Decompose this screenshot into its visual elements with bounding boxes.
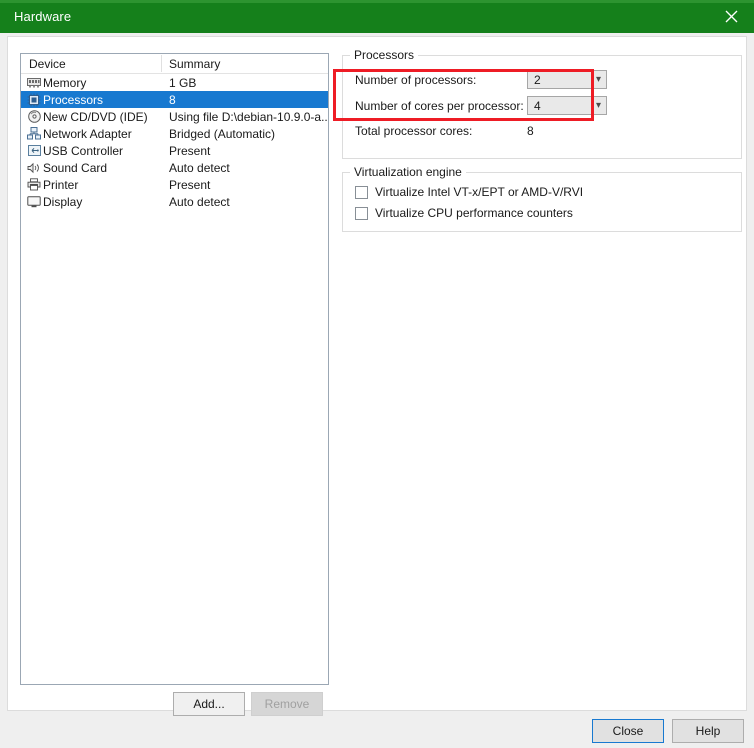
virtualize-cpu-perf-counters-label: Virtualize CPU performance counters: [375, 206, 573, 220]
device-name: Network Adapter: [43, 126, 132, 141]
device-row-network-adapter[interactable]: Network Adapter Bridged (Automatic): [21, 125, 328, 142]
close-window-button[interactable]: [708, 0, 754, 33]
dialog-content-panel: Device Summary Memory 1 GB Processors 8 …: [7, 36, 747, 716]
number-of-processors-label: Number of processors:: [355, 72, 477, 87]
chevron-down-icon: ▾: [595, 99, 601, 111]
device-summary: Using file D:\debian-10.9.0-a...: [169, 109, 328, 124]
column-header-summary: Summary: [169, 56, 221, 71]
device-summary: Auto detect: [169, 194, 230, 209]
cores-per-processor-row: Number of cores per processor: 4 ▾: [355, 96, 725, 115]
device-row-display[interactable]: Display Auto detect: [21, 193, 328, 210]
printer-icon: [21, 176, 43, 193]
memory-stick-icon: [21, 74, 43, 91]
checkbox-icon[interactable]: [355, 206, 368, 220]
device-row-printer[interactable]: Printer Present: [21, 176, 328, 193]
device-row-cd-dvd[interactable]: New CD/DVD (IDE) Using file D:\debian-10…: [21, 108, 328, 125]
help-button[interactable]: Help: [672, 719, 744, 743]
window-title: Hardware: [14, 9, 72, 24]
device-summary: Auto detect: [169, 160, 230, 175]
cpu-chip-icon: [21, 91, 43, 108]
device-name: Sound Card: [43, 160, 108, 175]
number-of-processors-select[interactable]: 2 ▾: [527, 70, 607, 89]
total-processor-cores-row: Total processor cores: 8: [355, 124, 725, 138]
checkbox-icon[interactable]: [355, 185, 368, 199]
processors-group-label: Processors: [350, 48, 419, 62]
device-summary: Bridged (Automatic): [169, 126, 276, 141]
device-name: USB Controller: [43, 143, 124, 158]
usb-icon: [21, 142, 43, 159]
cores-per-processor-label: Number of cores per processor:: [355, 98, 524, 113]
cores-per-processor-select[interactable]: 4 ▾: [527, 96, 607, 115]
display-monitor-icon: [21, 193, 43, 210]
close-button[interactable]: Close: [592, 719, 664, 743]
speaker-icon: [21, 159, 43, 176]
device-name: Display: [43, 194, 83, 209]
number-of-processors-value: 2: [534, 72, 541, 87]
device-row-memory[interactable]: Memory 1 GB: [21, 74, 328, 91]
add-device-button[interactable]: Add...: [173, 692, 245, 716]
device-row-usb-controller[interactable]: USB Controller Present: [21, 142, 328, 159]
device-name: Processors: [43, 92, 104, 107]
optical-disc-icon: [21, 108, 43, 125]
virtualize-intel-vtx-option[interactable]: Virtualize Intel VT-x/EPT or AMD-V/RVI: [355, 185, 583, 199]
virtualization-engine-group: Virtualization engine Virtualize Intel V…: [342, 165, 742, 232]
title-bar-top-strip: [0, 0, 754, 3]
device-summary: Present: [169, 177, 211, 192]
virtualize-intel-vtx-label: Virtualize Intel VT-x/EPT or AMD-V/RVI: [375, 185, 584, 199]
number-of-processors-row: Number of processors: 2 ▾: [355, 70, 725, 89]
remove-device-button: Remove: [251, 692, 323, 716]
device-name: Memory: [43, 75, 87, 90]
cores-per-processor-value: 4: [534, 98, 541, 113]
chevron-down-icon: ▾: [595, 73, 601, 85]
device-name: New CD/DVD (IDE): [43, 109, 148, 124]
title-bar: Hardware: [0, 0, 754, 33]
device-row-sound-card[interactable]: Sound Card Auto detect: [21, 159, 328, 176]
processors-group: Processors Number of processors: 2 ▾ Num…: [342, 48, 742, 159]
virtualization-engine-group-label: Virtualization engine: [350, 165, 466, 179]
total-processor-cores-label: Total processor cores:: [355, 124, 473, 138]
device-list-header: Device Summary: [21, 54, 328, 74]
close-icon: [725, 10, 737, 23]
column-divider: [161, 55, 162, 72]
column-header-device: Device: [29, 56, 66, 71]
total-processor-cores-value: 8: [527, 124, 534, 138]
device-list[interactable]: Device Summary Memory 1 GB Processors 8 …: [20, 53, 329, 685]
device-summary: Present: [169, 143, 211, 158]
device-summary: 1 GB: [169, 75, 197, 90]
device-row-processors[interactable]: Processors 8: [21, 91, 328, 108]
device-name: Printer: [43, 177, 79, 192]
virtualize-cpu-perf-counters-option[interactable]: Virtualize CPU performance counters: [355, 206, 573, 220]
network-adapter-icon: [21, 125, 43, 142]
device-summary: 8: [169, 92, 176, 107]
